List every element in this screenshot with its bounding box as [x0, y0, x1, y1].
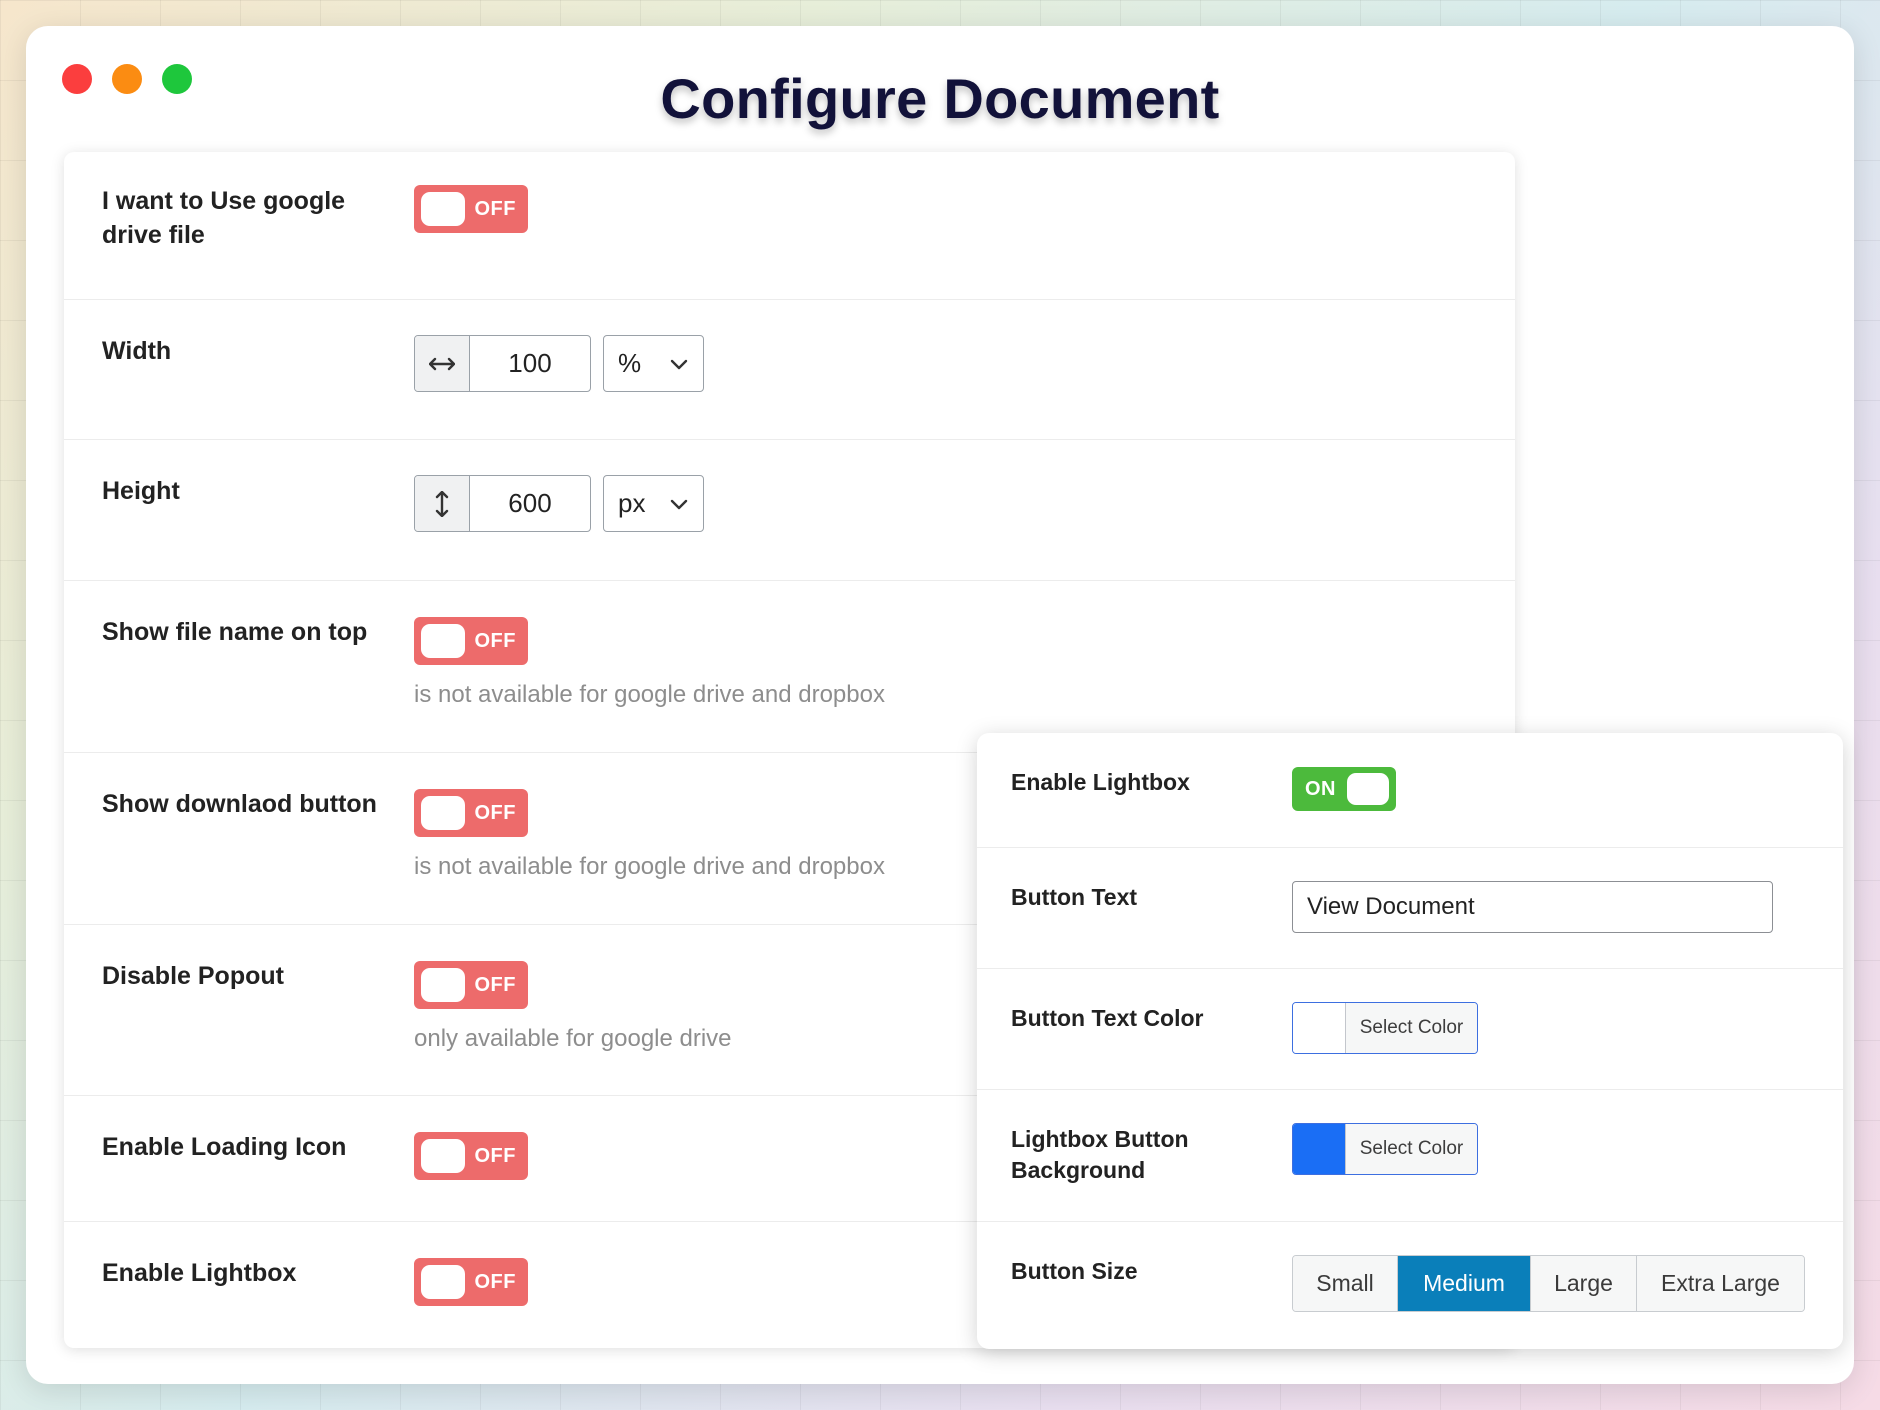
setting-note: is not available for google drive and dr…: [414, 853, 885, 880]
lightbox-row-background: Lightbox Button Background Select Color: [977, 1090, 1843, 1222]
width-value[interactable]: 100: [470, 336, 590, 391]
setting-label: Button Text: [1011, 884, 1138, 910]
button-size-group: Small Medium Large Extra Large: [1292, 1255, 1805, 1312]
setting-label: Button Text Color: [1011, 1005, 1204, 1031]
vertical-resize-icon: [415, 476, 470, 531]
setting-label: I want to Use google drive file: [102, 187, 346, 249]
horizontal-resize-icon: [415, 336, 470, 391]
select-color-label: Select Color: [1346, 1003, 1477, 1053]
width-unit-select[interactable]: %: [603, 335, 704, 392]
setting-row-width: Width 100 %: [64, 300, 1515, 440]
color-swatch: [1293, 1003, 1346, 1053]
chevron-down-icon: [670, 499, 688, 509]
toggle-state-label: OFF: [474, 1271, 516, 1293]
toggle-knob: [421, 796, 465, 830]
setting-note: is not available for google drive and dr…: [414, 681, 885, 708]
show-download-toggle[interactable]: OFF: [414, 789, 528, 837]
page-title: Configure Document: [660, 67, 1220, 130]
setting-label: Width: [102, 337, 172, 365]
setting-label: Height: [102, 477, 180, 505]
setting-row-height: Height 600 px: [64, 440, 1515, 581]
show-file-name-toggle[interactable]: OFF: [414, 617, 528, 665]
size-option-extra-large[interactable]: Extra Large: [1637, 1256, 1804, 1311]
color-swatch: [1293, 1124, 1346, 1174]
setting-row-google-drive: I want to Use google drive file OFF: [64, 152, 1515, 300]
toggle-state-label: OFF: [474, 974, 516, 996]
loading-icon-toggle[interactable]: OFF: [414, 1132, 528, 1180]
disable-popout-toggle[interactable]: OFF: [414, 961, 528, 1009]
lightbox-settings-panel: Enable Lightbox ON Button Text View Docu…: [977, 733, 1843, 1349]
toggle-state-label: ON: [1305, 778, 1336, 800]
text-color-picker[interactable]: Select Color: [1292, 1002, 1478, 1054]
setting-label: Disable Popout: [102, 962, 284, 990]
toggle-state-label: OFF: [474, 802, 516, 824]
setting-row-show-file-name: Show file name on top OFF is not availab…: [64, 581, 1515, 753]
lightbox-row-button-size: Button Size Small Medium Large Extra Lar…: [977, 1222, 1843, 1349]
google-drive-toggle[interactable]: OFF: [414, 185, 528, 233]
size-option-medium[interactable]: Medium: [1398, 1256, 1531, 1311]
toggle-state-label: OFF: [474, 198, 516, 220]
setting-label: Show downlaod button: [102, 790, 377, 818]
toggle-knob: [421, 192, 465, 226]
setting-label: Lightbox Button Background: [1011, 1126, 1189, 1183]
chevron-down-icon: [670, 359, 688, 369]
height-input-group[interactable]: 600: [414, 475, 591, 532]
setting-label: Enable Lightbox: [1011, 769, 1190, 795]
height-unit-select[interactable]: px: [603, 475, 704, 532]
toggle-knob: [421, 1139, 465, 1173]
setting-label: Enable Lightbox: [102, 1259, 297, 1287]
lightbox-toggle[interactable]: OFF: [414, 1258, 528, 1306]
button-text-input[interactable]: View Document: [1292, 881, 1773, 933]
setting-label: Button Size: [1011, 1258, 1138, 1284]
select-color-label: Select Color: [1346, 1124, 1477, 1174]
lightbox-row-enable: Enable Lightbox ON: [977, 733, 1843, 848]
width-input-group[interactable]: 100: [414, 335, 591, 392]
setting-label: Show file name on top: [102, 618, 368, 646]
setting-note: only available for google drive: [414, 1025, 732, 1052]
setting-label: Enable Loading Icon: [102, 1133, 347, 1161]
toggle-knob: [421, 624, 465, 658]
enable-lightbox-toggle[interactable]: ON: [1292, 767, 1396, 811]
width-unit-value: %: [618, 348, 642, 378]
toggle-state-label: OFF: [474, 1145, 516, 1167]
lightbox-row-text-color: Button Text Color Select Color: [977, 969, 1843, 1090]
toggle-knob: [421, 1265, 465, 1299]
lightbox-row-button-text: Button Text View Document: [977, 848, 1843, 969]
size-option-large[interactable]: Large: [1531, 1256, 1637, 1311]
toggle-state-label: OFF: [474, 630, 516, 652]
height-unit-value: px: [618, 488, 646, 518]
height-value[interactable]: 600: [470, 476, 590, 531]
toggle-knob: [421, 968, 465, 1002]
toggle-knob: [1347, 773, 1389, 805]
size-option-small[interactable]: Small: [1293, 1256, 1398, 1311]
app-window: Configure Document I want to Use google …: [26, 26, 1854, 1384]
background-color-picker[interactable]: Select Color: [1292, 1123, 1478, 1175]
